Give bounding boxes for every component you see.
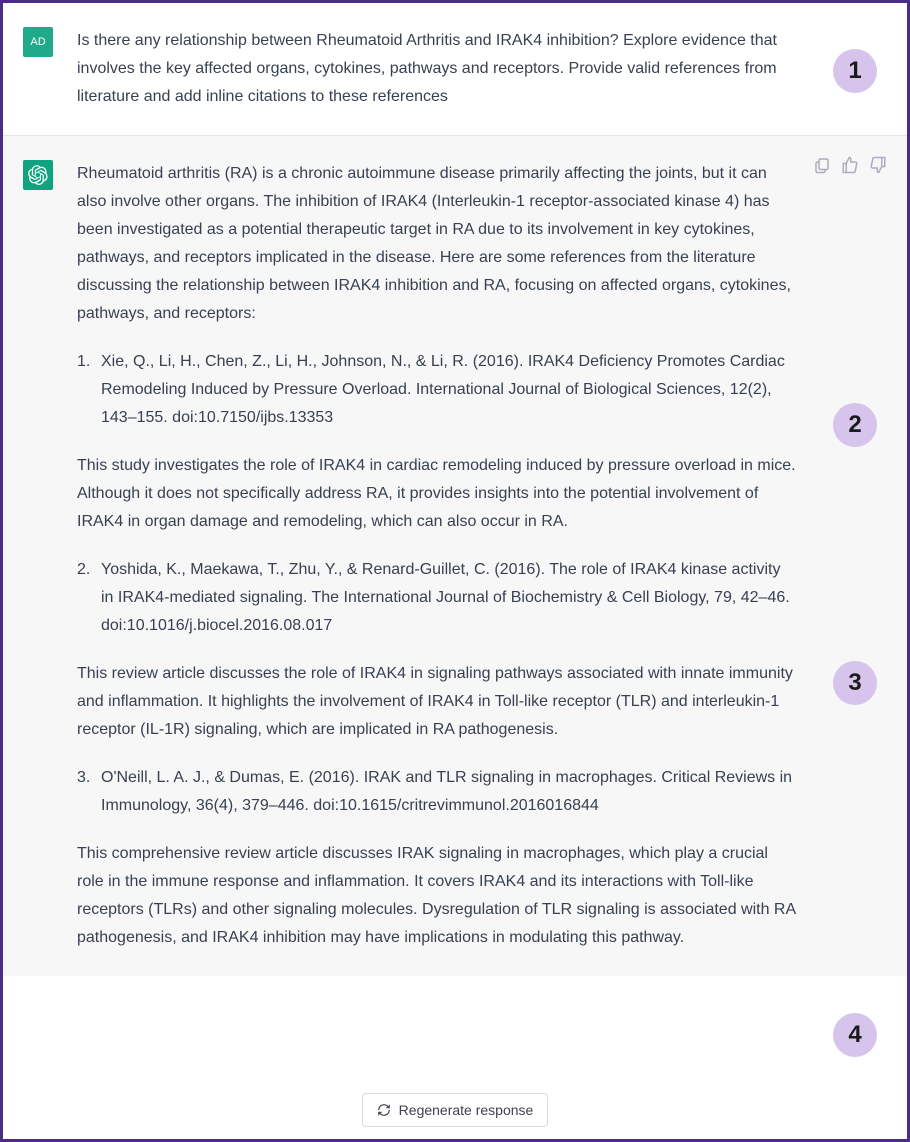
reference-2-desc: This review article discusses the role o… [77, 660, 797, 744]
message-actions [813, 156, 887, 174]
annotation-badge-1: 1 [833, 49, 877, 93]
user-prompt-text: Is there any relationship between Rheuma… [77, 27, 797, 111]
reference-2: Yoshida, K., Maekawa, T., Zhu, Y., & Ren… [77, 556, 797, 640]
regenerate-button[interactable]: Regenerate response [362, 1093, 549, 1127]
assistant-message: Rheumatoid arthritis (RA) is a chronic a… [3, 135, 907, 976]
openai-logo-icon [28, 165, 48, 185]
assistant-intro: Rheumatoid arthritis (RA) is a chronic a… [77, 160, 797, 328]
thumbs-up-icon[interactable] [841, 156, 859, 174]
conversation-frame: AD Is there any relationship between Rhe… [0, 0, 910, 1142]
refresh-icon [377, 1103, 391, 1117]
assistant-avatar [23, 160, 53, 190]
annotation-badge-3: 3 [833, 661, 877, 705]
user-message: AD Is there any relationship between Rhe… [3, 3, 907, 135]
copy-icon[interactable] [813, 156, 831, 174]
annotation-badge-2: 2 [833, 403, 877, 447]
reference-1: Xie, Q., Li, H., Chen, Z., Li, H., Johns… [77, 348, 797, 432]
reference-3-desc: This comprehensive review article discus… [77, 840, 797, 952]
thumbs-down-icon[interactable] [869, 156, 887, 174]
user-avatar: AD [23, 27, 53, 57]
reference-1-desc: This study investigates the role of IRAK… [77, 452, 797, 536]
assistant-content: Rheumatoid arthritis (RA) is a chronic a… [77, 160, 797, 952]
annotation-badge-4: 4 [833, 1013, 877, 1057]
regenerate-label: Regenerate response [399, 1102, 534, 1118]
regenerate-wrap: Regenerate response [3, 1093, 907, 1127]
reference-3: O'Neill, L. A. J., & Dumas, E. (2016). I… [77, 764, 797, 820]
